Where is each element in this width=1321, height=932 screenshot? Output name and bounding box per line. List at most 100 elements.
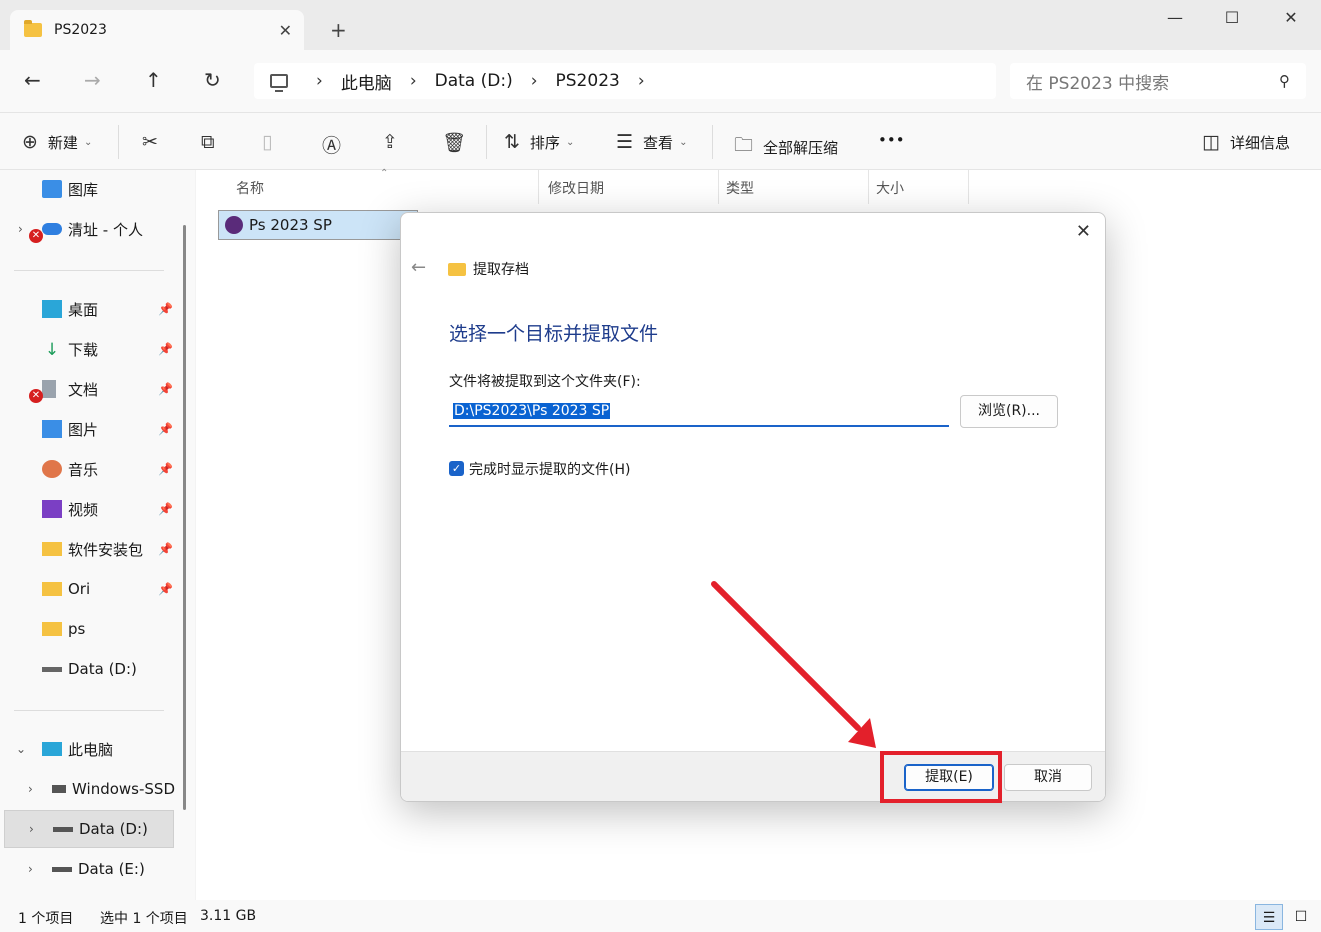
sidebar-item-data-d-quick[interactable]: Data (D:) xyxy=(0,650,175,688)
more-button[interactable]: ••• xyxy=(878,131,905,149)
sidebar-item-desktop[interactable]: 桌面 📌 xyxy=(0,290,175,328)
sidebar-item-music[interactable]: 音乐 📌 xyxy=(0,450,175,488)
close-icon[interactable]: ✕ xyxy=(1271,8,1311,32)
sidebar-item-pictures[interactable]: 图片 📌 xyxy=(0,410,175,448)
maximize-icon[interactable]: ☐ xyxy=(1212,8,1252,32)
copy-icon: ⧉ xyxy=(201,131,215,153)
dialog-back-icon[interactable]: ← xyxy=(411,257,426,278)
folder-icon xyxy=(42,582,62,596)
sidebar-item-this-pc[interactable]: ⌄ 此电脑 xyxy=(0,730,175,768)
cut-button[interactable]: ✂ xyxy=(142,131,168,153)
pin-icon[interactable]: 📌 xyxy=(158,462,173,476)
zip-folder-icon xyxy=(448,263,466,276)
browse-button[interactable]: 浏览(R)... xyxy=(960,395,1058,428)
chevron-right-icon[interactable]: › xyxy=(18,222,23,236)
up-icon[interactable]: ↑ xyxy=(145,68,162,92)
pin-icon[interactable]: 📌 xyxy=(158,302,173,316)
dialog-close-icon[interactable]: ✕ xyxy=(1076,221,1091,242)
refresh-icon[interactable]: ↻ xyxy=(204,68,221,92)
sidebar-item-windows-ssd[interactable]: › Windows-SSD xyxy=(0,770,175,808)
share-button[interactable]: ⇪ xyxy=(382,131,408,153)
sidebar-item-videos[interactable]: 视频 📌 xyxy=(0,490,175,528)
rename-icon: Ⓐ xyxy=(322,135,342,157)
column-divider[interactable] xyxy=(538,170,539,204)
sidebar-item-label: 音乐 xyxy=(68,460,99,479)
pin-icon[interactable]: 📌 xyxy=(158,582,173,596)
column-divider[interactable] xyxy=(718,170,719,204)
breadcrumb-separator[interactable]: › xyxy=(316,71,323,91)
breadcrumb-separator[interactable]: › xyxy=(531,71,538,91)
sidebar-item-data-e[interactable]: › Data (E:) xyxy=(0,850,175,888)
sidebar-item-label: 图片 xyxy=(68,420,99,439)
breadcrumb-separator[interactable]: › xyxy=(410,71,417,91)
sidebar-item-documents[interactable]: ✕ 文档 📌 xyxy=(0,370,175,408)
chevron-right-icon[interactable]: › xyxy=(28,862,33,876)
cut-icon: ✂ xyxy=(142,131,158,153)
pin-icon[interactable]: 📌 xyxy=(158,422,173,436)
show-files-label[interactable]: 完成时显示提取的文件(H) xyxy=(469,459,630,479)
column-divider[interactable] xyxy=(868,170,869,204)
sidebar-scrollbar[interactable] xyxy=(183,225,186,810)
divider xyxy=(486,125,487,159)
sort-label: 排序 xyxy=(529,133,560,152)
plus-circle-icon: ⊕ xyxy=(22,131,38,153)
column-header-date[interactable]: 修改日期 xyxy=(548,178,604,198)
column-header-name[interactable]: 名称 xyxy=(236,178,264,198)
sidebar-item-data-d[interactable]: › Data (D:) xyxy=(4,810,174,848)
chevron-down-icon[interactable]: ⌄ xyxy=(16,742,26,756)
paste-button[interactable]: ▯ xyxy=(262,131,282,153)
sort-button[interactable]: ⇅ 排序 ⌄ xyxy=(504,131,574,153)
tab-close-icon[interactable]: ✕ xyxy=(279,21,292,40)
tiles-view-icon[interactable]: ☐ xyxy=(1287,904,1315,930)
minimize-icon[interactable]: — xyxy=(1155,8,1195,32)
new-label: 新建 xyxy=(47,133,78,152)
selected-size: 3.11 GB xyxy=(200,908,257,924)
new-tab-icon[interactable]: + xyxy=(330,18,347,42)
column-header-size[interactable]: 大小 xyxy=(876,178,904,198)
chevron-right-icon[interactable]: › xyxy=(28,782,33,796)
table-row[interactable]: Ps 2023 SP xyxy=(218,210,418,240)
new-button[interactable]: ⊕ 新建 ⌄ xyxy=(22,131,92,153)
details-view-icon[interactable]: ☰ xyxy=(1255,904,1283,930)
sidebar-item-software[interactable]: 软件安装包 📌 xyxy=(0,530,175,568)
windows-drive-icon xyxy=(52,785,67,793)
copy-button[interactable]: ⧉ xyxy=(201,131,225,153)
pin-icon[interactable]: 📌 xyxy=(158,542,173,556)
pin-icon[interactable]: 📌 xyxy=(158,342,173,356)
extract-all-button[interactable]: 🗀 全部解压缩 xyxy=(734,131,838,163)
breadcrumb[interactable]: › 此电脑 › Data (D:) › PS2023 › xyxy=(254,63,996,99)
breadcrumb-data-d[interactable]: Data (D:) xyxy=(435,71,513,91)
forward-icon[interactable]: → xyxy=(84,68,101,92)
sidebar-item-ori[interactable]: Ori 📌 xyxy=(0,570,175,608)
breadcrumb-separator[interactable]: › xyxy=(638,71,645,91)
pin-icon[interactable]: 📌 xyxy=(158,382,173,396)
rename-button[interactable]: Ⓐ xyxy=(322,131,351,158)
sidebar-item-label: Data (D:) xyxy=(68,660,137,678)
breadcrumb-this-pc[interactable]: 此电脑 xyxy=(341,69,392,94)
chevron-down-icon: ⌄ xyxy=(565,136,575,148)
sidebar-item-downloads[interactable]: ↓ 下载 📌 xyxy=(0,330,175,368)
item-count: 1 个项目 xyxy=(18,911,74,927)
column-divider[interactable] xyxy=(968,170,969,204)
show-files-checkbox[interactable]: ✓ xyxy=(449,461,464,476)
column-header-type[interactable]: 类型 xyxy=(726,178,754,198)
chevron-right-icon[interactable]: › xyxy=(29,822,34,836)
delete-button[interactable]: 🗑 xyxy=(442,131,476,154)
back-icon[interactable]: ← xyxy=(24,68,41,92)
search-input[interactable]: 在 PS2023 中搜索 ⚲ xyxy=(1010,63,1306,99)
breadcrumb-ps2023[interactable]: PS2023 xyxy=(556,71,620,91)
details-button[interactable]: ◫ 详细信息 xyxy=(1202,131,1290,153)
sidebar-item-ps[interactable]: ps xyxy=(0,610,175,648)
destination-path-input[interactable]: D:\PS2023\Ps 2023 SP xyxy=(449,397,949,427)
sidebar-item-gallery[interactable]: 图库 xyxy=(0,170,175,208)
drive-icon xyxy=(53,826,73,832)
sidebar-item-onedrive[interactable]: › ✕ 清址 - 个人 xyxy=(0,210,175,248)
cancel-button[interactable]: 取消 xyxy=(1004,764,1092,791)
extract-dialog: ✕ ← 提取存档 选择一个目标并提取文件 文件将被提取到这个文件夹(F): D:… xyxy=(400,212,1106,802)
tab-ps2023[interactable]: PS2023 ✕ xyxy=(10,10,304,50)
folder-icon xyxy=(24,20,42,37)
pin-icon[interactable]: 📌 xyxy=(158,502,173,516)
sidebar-item-label: Ori xyxy=(68,580,91,598)
view-button[interactable]: ☰ 查看 ⌄ xyxy=(616,131,687,153)
folder-icon xyxy=(42,622,62,636)
